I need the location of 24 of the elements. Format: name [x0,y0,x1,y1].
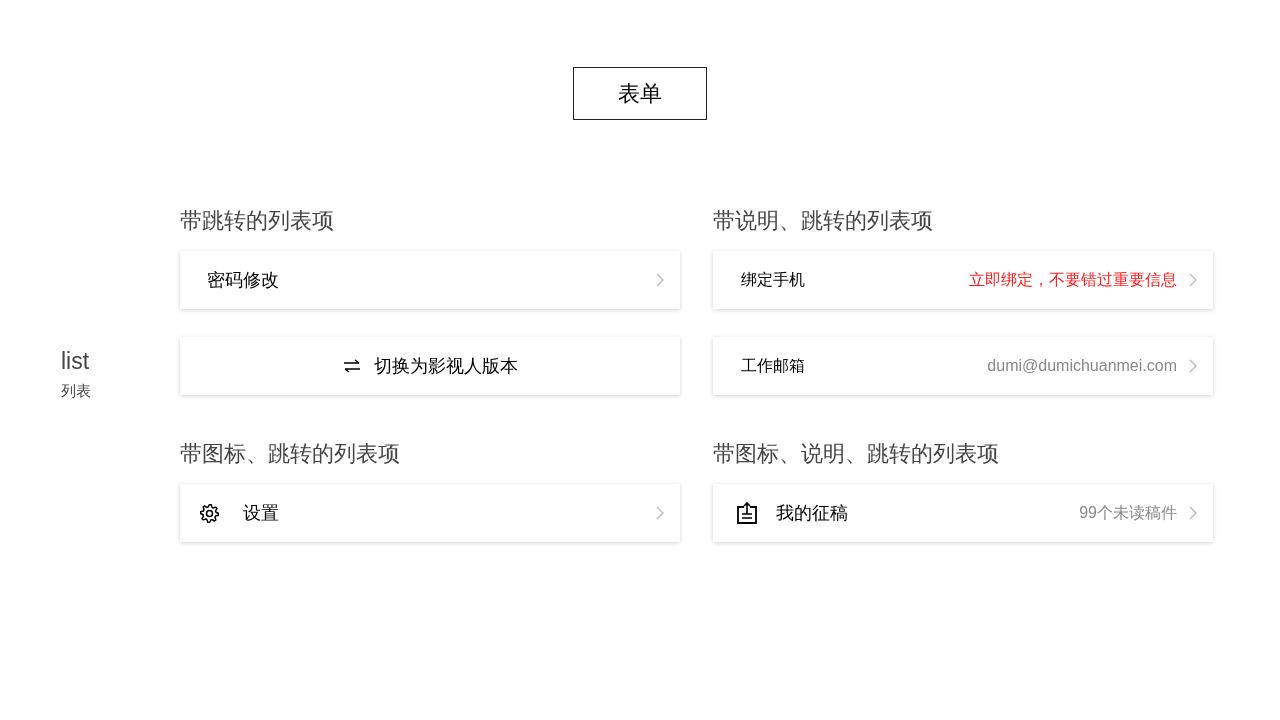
item-note: 99个未读稿件 [1079,502,1177,523]
swap-arrows-icon [342,359,361,373]
list-item[interactable]: 绑定手机 立即绑定，不要错过重要信息 [713,251,1213,309]
item-note: 立即绑定，不要错过重要信息 [969,269,1177,290]
gear-icon [200,503,219,523]
section-label: list [61,347,90,375]
list-item[interactable]: 设置 [180,484,680,542]
page-title: 表单 [573,67,707,120]
section-heading: 带图标、跳转的列表项 [180,440,400,468]
list-item[interactable]: 工作邮箱 dumi@dumichuanmei.com [713,337,1213,395]
section-heading: 带跳转的列表项 [180,207,334,235]
section-heading: 带说明、跳转的列表项 [713,207,933,235]
item-note: dumi@dumichuanmei.com [987,357,1177,375]
chevron-right-icon [1189,359,1197,373]
chevron-right-icon [656,506,664,520]
switch-version-button[interactable]: 切换为影视人版本 [180,337,680,395]
list-item[interactable]: 密码修改 [180,251,680,309]
section-heading: 带图标、说明、跳转的列表项 [713,440,999,468]
chevron-right-icon [1189,506,1197,520]
chevron-right-icon [1189,273,1197,287]
chevron-right-icon [656,273,664,287]
list-item[interactable]: 我的征稿 99个未读稿件 [713,484,1213,542]
section-sublabel: 列表 [61,381,91,401]
clipboard-icon [737,502,757,524]
